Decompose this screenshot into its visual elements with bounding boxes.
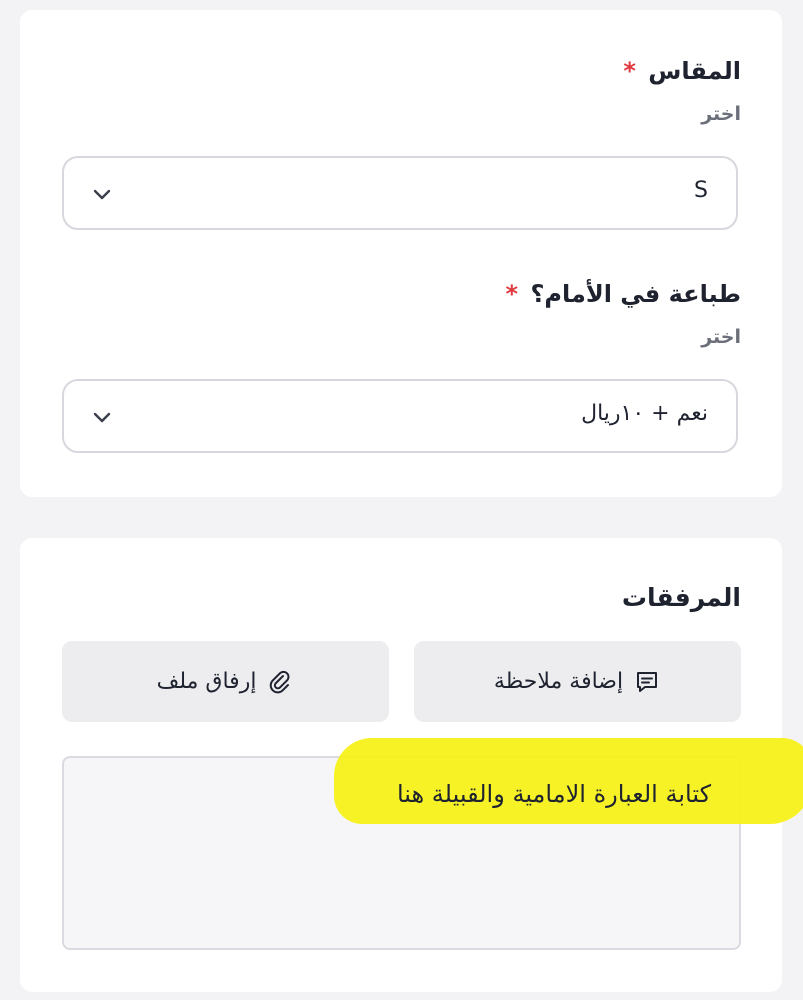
attachments-title: المرفقات	[621, 583, 741, 612]
print-front-hint: اختر	[701, 326, 741, 348]
attachments-card: المرفقات إضافة ملاحظة إرفاق ملف كتابة ال…	[20, 538, 803, 992]
attach-file-label: إرفاق ملف	[156, 669, 257, 694]
size-label: المقاس *	[623, 57, 741, 85]
paperclip-icon	[270, 670, 290, 693]
add-note-button[interactable]: إضافة ملاحظة	[414, 641, 741, 722]
required-star: *	[505, 280, 519, 308]
chevron-down-icon	[93, 412, 111, 423]
note-textarea[interactable]: كتابة العبارة الامامية والقبيلة هنا	[62, 738, 803, 950]
print-front-label: طباعة في الأمام؟ *	[506, 280, 741, 308]
options-card: المقاس * اختر S طباعة في الأمام؟ * اختر …	[20, 10, 782, 497]
attach-file-button[interactable]: إرفاق ملف	[62, 641, 389, 722]
print-front-selected-value: نعم + ١٠ريال	[581, 401, 708, 426]
size-label-text: المقاس	[648, 57, 741, 85]
print-front-select[interactable]: نعم + ١٠ريال	[62, 379, 738, 453]
note-text: كتابة العبارة الامامية والقبيلة هنا	[396, 780, 711, 808]
note-icon	[637, 671, 658, 692]
required-star: *	[623, 57, 636, 85]
size-select[interactable]: S	[62, 156, 738, 230]
chevron-down-icon	[93, 189, 111, 200]
print-front-label-text: طباعة في الأمام؟	[530, 280, 741, 308]
size-hint: اختر	[701, 103, 741, 125]
size-selected-value: S	[694, 178, 708, 203]
add-note-label: إضافة ملاحظة	[493, 669, 624, 694]
